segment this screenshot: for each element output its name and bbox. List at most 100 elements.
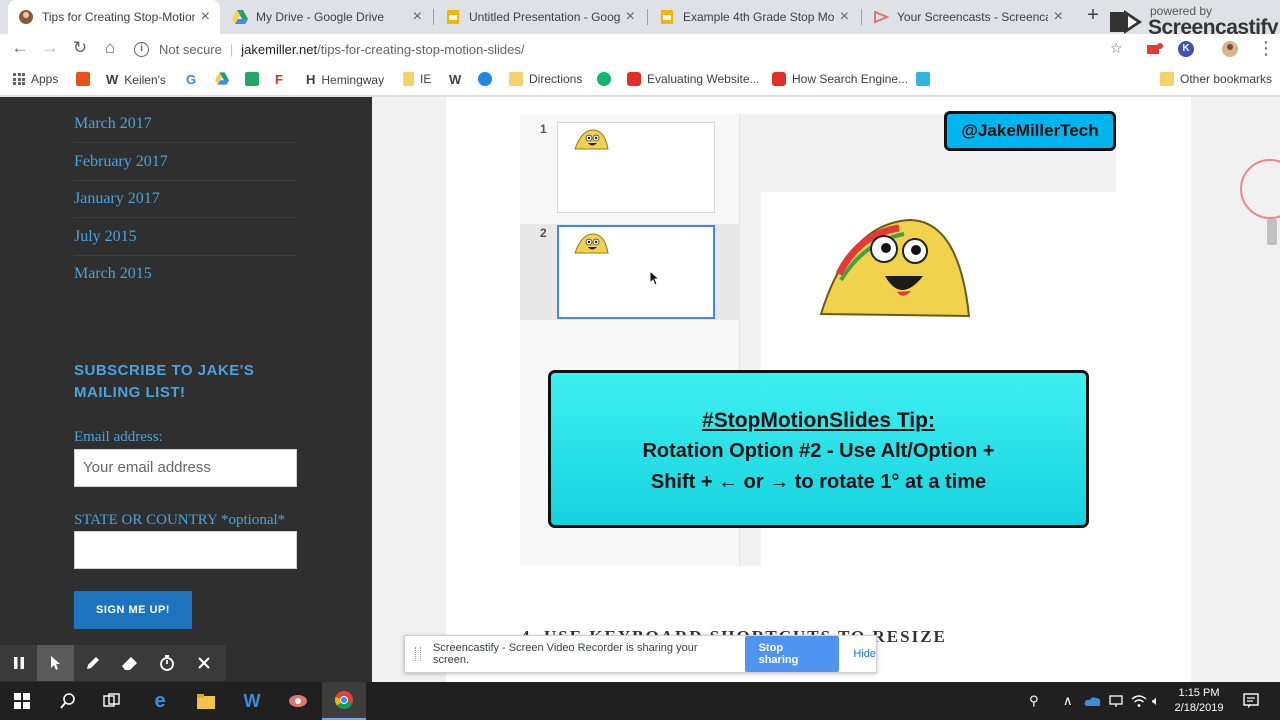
bookmark-office[interactable]: [76, 72, 96, 86]
drive-icon: [215, 72, 229, 85]
profile-avatar-icon[interactable]: [1222, 41, 1238, 57]
bookmark-classroom[interactable]: [245, 72, 265, 86]
tip-line: Shift + ← or → to rotate 1° at a time: [650, 471, 987, 493]
close-tab-icon[interactable]: ×: [1054, 8, 1063, 26]
tab-untitled-presentation[interactable]: Untitled Presentation - Google ×: [435, 0, 645, 34]
bookmark-directions-folder[interactable]: Directions: [509, 72, 582, 86]
bookmark-drive[interactable]: [215, 72, 229, 85]
volume-icon[interactable]: 🔈︎: [1152, 693, 1160, 709]
bookmark-compass[interactable]: [478, 72, 498, 86]
timer-icon[interactable]: [148, 645, 185, 681]
screencastify-icon: [874, 10, 889, 24]
bookmarks-bar: Apps W Keilen's G F H Hemingway IE W Dir…: [0, 64, 1280, 96]
bookmark-ie-folder[interactable]: IE: [403, 72, 431, 86]
slides-icon: [447, 10, 459, 24]
tab-tips-stop-motion[interactable]: Tips for Creating Stop-Motion ×: [8, 0, 220, 34]
search-icon[interactable]: [46, 682, 90, 720]
hide-link[interactable]: Hide: [853, 648, 876, 660]
reload-icon[interactable]: ↻: [69, 38, 91, 58]
bookmark-flubaroo[interactable]: F: [275, 72, 283, 87]
onedrive-icon[interactable]: [1084, 695, 1102, 707]
task-view-icon[interactable]: [90, 682, 134, 720]
subscribe-heading: SUBSCRIBE TO JAKE'S MAILING LIST!: [74, 362, 255, 401]
folder-icon: [1160, 72, 1174, 86]
tip-banner: #StopMotionSlides Tip: Rotation Option #…: [548, 370, 1089, 528]
email-field[interactable]: Your email address: [74, 449, 297, 487]
pen-icon[interactable]: [74, 645, 111, 681]
system-clock[interactable]: 1:15 PM 2/18/2019: [1164, 686, 1234, 716]
new-tab-button[interactable]: +: [1083, 4, 1103, 27]
menu-dots-icon[interactable]: ⋮: [1257, 38, 1275, 59]
screencastify-ext-icon[interactable]: [1146, 42, 1164, 56]
bookmark-star-icon[interactable]: ☆: [1110, 40, 1123, 57]
archive-link[interactable]: January 2017: [74, 190, 160, 208]
plus-circle-icon: [597, 72, 611, 86]
pause-icon[interactable]: [0, 645, 37, 681]
tab-example-stop-motion[interactable]: Example 4th Grade Stop Motio ×: [649, 0, 859, 34]
bookmark-plus[interactable]: [597, 72, 617, 86]
k-extension-icon[interactable]: K: [1178, 41, 1194, 57]
divider: [74, 217, 296, 218]
archive-link[interactable]: March 2015: [74, 265, 152, 283]
bookmark-apps[interactable]: Apps: [13, 72, 58, 86]
sign-up-button[interactable]: SIGN ME UP!: [74, 591, 192, 629]
snipping-tool-icon[interactable]: [276, 682, 320, 720]
twitter-handle-badge: @JakeMillerTech: [944, 111, 1116, 151]
close-icon[interactable]: [185, 645, 222, 681]
tab-title: Untitled Presentation - Google: [469, 10, 620, 24]
people-icon[interactable]: ⚲: [1029, 693, 1039, 709]
info-icon[interactable]: i: [134, 41, 149, 57]
recording-cursor-highlight: [1240, 159, 1280, 219]
archive-link[interactable]: February 2017: [74, 153, 168, 171]
stop-sharing-button[interactable]: Stop sharing: [744, 636, 840, 672]
state-field[interactable]: [74, 531, 297, 569]
bookmark-google[interactable]: G: [186, 72, 196, 87]
address-bar[interactable]: i Not secure | jakemiller.net /tips-for-…: [134, 35, 1094, 63]
close-tab-icon[interactable]: ×: [626, 8, 635, 26]
eraser-icon[interactable]: [111, 645, 148, 681]
archive-link[interactable]: March 2017: [74, 115, 152, 133]
sharing-message: Screencastify - Screen Video Recorder is…: [432, 642, 698, 666]
bookmark-app[interactable]: [916, 72, 936, 86]
drag-handle-icon[interactable]: [415, 647, 421, 661]
tab-title: My Drive - Google Drive: [256, 10, 385, 24]
sidebar: March 2017 February 2017 January 2017 Ju…: [0, 97, 372, 682]
slide-number: 1: [540, 122, 547, 136]
tab-your-screencasts[interactable]: Your Screencasts - Screencasti ×: [863, 0, 1073, 34]
show-hidden-icons[interactable]: ∧: [1063, 693, 1073, 709]
tip-title: #StopMotionSlides Tip:: [702, 409, 935, 432]
email-label: Email address:: [74, 429, 163, 445]
windows-start-icon[interactable]: [0, 682, 44, 720]
refresh-app-icon: [916, 72, 930, 86]
tab-separator: [433, 9, 434, 25]
home-icon[interactable]: ⌂: [99, 38, 121, 58]
forward-arrow-icon[interactable]: →: [39, 38, 61, 58]
slide-thumbnail-selected: [557, 225, 715, 319]
bookmark-w[interactable]: W: [449, 72, 461, 87]
edge-browser-icon[interactable]: e: [138, 682, 182, 720]
wifi-icon[interactable]: [1131, 693, 1147, 709]
notifications-icon[interactable]: [1243, 693, 1259, 709]
chrome-icon[interactable]: [322, 682, 366, 720]
bookmark-evaluating-websites[interactable]: Evaluating Website...: [627, 72, 760, 86]
bookmark-label: Directions: [529, 72, 583, 86]
bookmark-search-engines[interactable]: How Search Engine...: [772, 72, 908, 86]
pointer-icon[interactable]: [37, 645, 74, 681]
close-tab-icon[interactable]: ×: [840, 8, 849, 26]
scrollbar-thumb[interactable]: [1267, 219, 1277, 245]
taco-icon: [574, 129, 609, 150]
network-share-icon[interactable]: [1108, 693, 1124, 709]
back-arrow-icon[interactable]: ←: [9, 38, 31, 58]
slide-thumbnail: [557, 122, 715, 213]
archive-link[interactable]: July 2015: [74, 228, 137, 246]
bookmark-keilens[interactable]: W Keilen's: [106, 72, 166, 87]
tab-google-drive[interactable]: My Drive - Google Drive ×: [222, 0, 432, 34]
w-app-icon[interactable]: W: [230, 682, 274, 720]
file-explorer-icon[interactable]: [184, 682, 228, 720]
bookmark-hemingway[interactable]: H Hemingway: [306, 72, 384, 87]
close-tab-icon[interactable]: ×: [413, 8, 422, 26]
bookmark-other-folder[interactable]: Other bookmarks: [1160, 72, 1272, 86]
divider: [74, 255, 296, 256]
close-tab-icon[interactable]: ×: [201, 8, 210, 26]
taco-character-icon: [819, 218, 971, 318]
